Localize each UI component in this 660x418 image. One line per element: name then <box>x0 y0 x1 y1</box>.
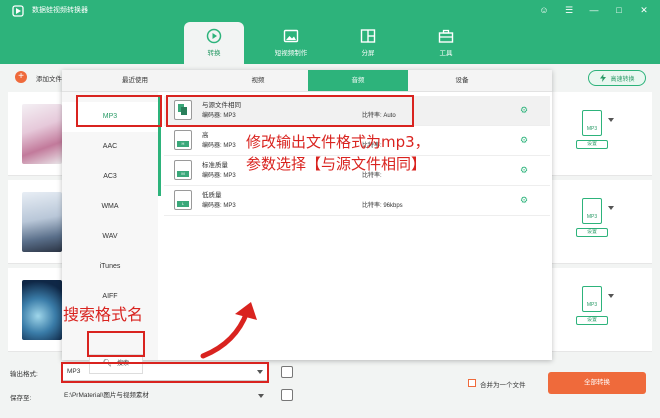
convert-all-button[interactable]: 全部转换 <box>548 372 646 394</box>
format-item-itunes[interactable]: iTunes <box>62 252 158 282</box>
lightning-icon <box>600 74 607 82</box>
menu-icon[interactable]: ☰ <box>563 3 575 17</box>
folder-icon[interactable] <box>281 389 293 401</box>
tab-video[interactable]: 视频 <box>208 70 308 91</box>
window-controls: ☺ ☰ — □ ✕ <box>538 3 650 17</box>
preset-encoder: 编码器: MP3 <box>202 203 236 209</box>
tab-tools-label: 工具 <box>439 50 453 57</box>
format-settings-icon[interactable] <box>281 366 293 378</box>
tab-split-screen[interactable]: 分屏 <box>338 22 398 64</box>
close-icon[interactable]: ✕ <box>638 3 650 17</box>
video-thumbnail <box>22 104 62 164</box>
category-tabs: 最近使用 视频 音频 设备 <box>62 70 552 92</box>
split-screen-icon <box>360 29 376 43</box>
annotation-main-line2: 参数选择【与源文件相同】 <box>246 155 427 173</box>
preset-name: 低质量 <box>202 192 222 199</box>
gear-icon[interactable]: ⚙ <box>520 165 528 176</box>
video-thumbnail <box>22 280 62 340</box>
tab-short-video[interactable]: 短视频制作 <box>258 22 324 64</box>
format-item-wma[interactable]: WMA <box>62 192 158 222</box>
gear-icon[interactable]: ⚙ <box>520 195 528 206</box>
preset-name: 高 <box>202 132 209 139</box>
merge-checkbox[interactable] <box>468 379 476 387</box>
format-dropdown-icon[interactable] <box>608 118 614 122</box>
preset-item-low[interactable]: L 低质量 编码器: MP3 比特率: 96kbps ⚙ <box>164 186 550 216</box>
preset-high-icon: H <box>174 130 192 150</box>
convert-icon <box>206 28 222 44</box>
annotation-main-line1: 修改输出文件格式为mp3， <box>246 133 430 151</box>
preset-encoder: 编码器: MP3 <box>202 143 236 149</box>
tab-convert[interactable]: 转换 <box>184 22 244 64</box>
preset-standard-icon: M <box>174 160 192 180</box>
tab-recent[interactable]: 最近使用 <box>62 70 208 91</box>
tab-audio[interactable]: 音频 <box>308 70 408 91</box>
maximize-icon[interactable]: □ <box>613 3 625 17</box>
toolbox-icon <box>438 29 454 43</box>
highlight-box-output-format <box>61 362 269 383</box>
preset-encoder: 编码器: MP3 <box>202 173 236 179</box>
row-settings-button[interactable]: 设置 <box>576 140 608 149</box>
photo-icon <box>283 29 299 43</box>
format-name: MP3 <box>586 302 598 308</box>
annotation-arrow-icon <box>200 302 257 359</box>
row-settings-button[interactable]: 设置 <box>576 228 608 237</box>
output-format-label: 输出格式: <box>10 371 38 378</box>
save-path-field[interactable]: E:\PrMaterial\图片与视频素材 <box>62 388 268 404</box>
highlight-box-search <box>87 331 145 357</box>
annotation-search: 搜索格式名 <box>63 305 144 324</box>
format-item-ac3[interactable]: AC3 <box>62 162 158 192</box>
format-item-aac[interactable]: AAC <box>62 132 158 162</box>
highlight-box-mp3 <box>76 95 162 127</box>
app-title: 数据蛙视频转换器 <box>32 7 88 14</box>
feedback-icon[interactable]: ☺ <box>538 3 550 17</box>
output-format-icon[interactable]: MP3 <box>582 110 602 136</box>
gear-icon[interactable]: ⚙ <box>520 105 528 116</box>
video-thumbnail <box>22 192 62 252</box>
tab-tools[interactable]: 工具 <box>416 22 476 64</box>
row-settings-button[interactable]: 设置 <box>576 316 608 325</box>
add-file-button[interactable]: + <box>15 71 27 83</box>
format-name: MP3 <box>586 214 598 220</box>
tab-device[interactable]: 设备 <box>408 70 516 91</box>
highlight-box-preset <box>166 95 414 127</box>
preset-bitrate: 比特率: 96kbps <box>362 203 403 209</box>
output-format-icon[interactable]: MP3 <box>582 198 602 224</box>
merge-label: 合并为一个文件 <box>480 382 526 389</box>
format-item-wav[interactable]: WAV <box>62 222 158 252</box>
gear-icon[interactable]: ⚙ <box>520 135 528 146</box>
tab-split-screen-label: 分屏 <box>361 50 375 57</box>
format-dropdown-icon[interactable] <box>608 294 614 298</box>
tab-convert-label: 转换 <box>207 50 221 57</box>
chevron-down-icon[interactable] <box>258 394 264 398</box>
preset-low-icon: L <box>174 190 192 210</box>
add-file-label[interactable]: 添加文件 <box>36 73 62 83</box>
format-name: MP3 <box>586 126 598 132</box>
title-bar: 数据蛙视频转换器 ☺ ☰ — □ ✕ 转换 短视频制作 分屏 工具 <box>0 0 660 64</box>
output-format-icon[interactable]: MP3 <box>582 286 602 312</box>
preset-name: 标准质量 <box>202 162 228 169</box>
high-speed-convert-label: 高速转换 <box>610 76 635 83</box>
tab-short-video-label: 短视频制作 <box>274 50 308 57</box>
format-dropdown-icon[interactable] <box>608 206 614 210</box>
app-logo-icon <box>12 5 24 17</box>
high-speed-convert-button[interactable]: 高速转换 <box>588 70 646 86</box>
minimize-icon[interactable]: — <box>588 3 600 17</box>
save-to-label: 保存至: <box>10 395 32 402</box>
